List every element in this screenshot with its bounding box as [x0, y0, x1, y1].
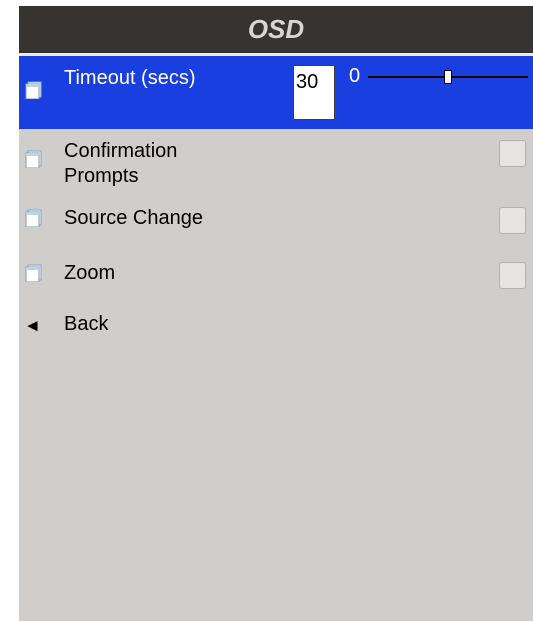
menu-title: OSD	[19, 6, 533, 53]
menu-item-label: Confirmation Prompts	[64, 140, 178, 187]
page-icon	[25, 264, 42, 282]
timeout-slider-thumb[interactable]	[444, 70, 452, 84]
back-button[interactable]: Back	[64, 312, 108, 337]
left-triangle-icon: ◄	[24, 316, 41, 335]
menu-item-zoom[interactable]: Zoom	[19, 244, 533, 299]
zoom-checkbox[interactable]	[499, 262, 526, 289]
page-icon	[25, 81, 42, 99]
page-icon	[25, 150, 42, 168]
osd-menu-panel: OSD Timeout (secs) 30 0 Confirmation Pro…	[19, 6, 533, 621]
source-change-checkbox[interactable]	[499, 207, 526, 234]
menu-item-label: Source Change	[64, 207, 203, 229]
menu-item-timeout[interactable]: Timeout (secs) 30 0	[19, 56, 533, 129]
confirmation-prompts-checkbox[interactable]	[499, 140, 526, 167]
menu-item-label: Zoom	[64, 262, 116, 284]
slider-min-label: 0	[349, 65, 361, 87]
menu-item-label: Timeout (secs)	[64, 67, 196, 89]
menu-item-confirmation-prompts[interactable]: Confirmation Prompts	[19, 129, 533, 189]
menu-item-source-change[interactable]: Source Change	[19, 189, 533, 244]
timeout-value-field[interactable]: 30	[293, 65, 335, 120]
page-icon	[25, 209, 42, 227]
